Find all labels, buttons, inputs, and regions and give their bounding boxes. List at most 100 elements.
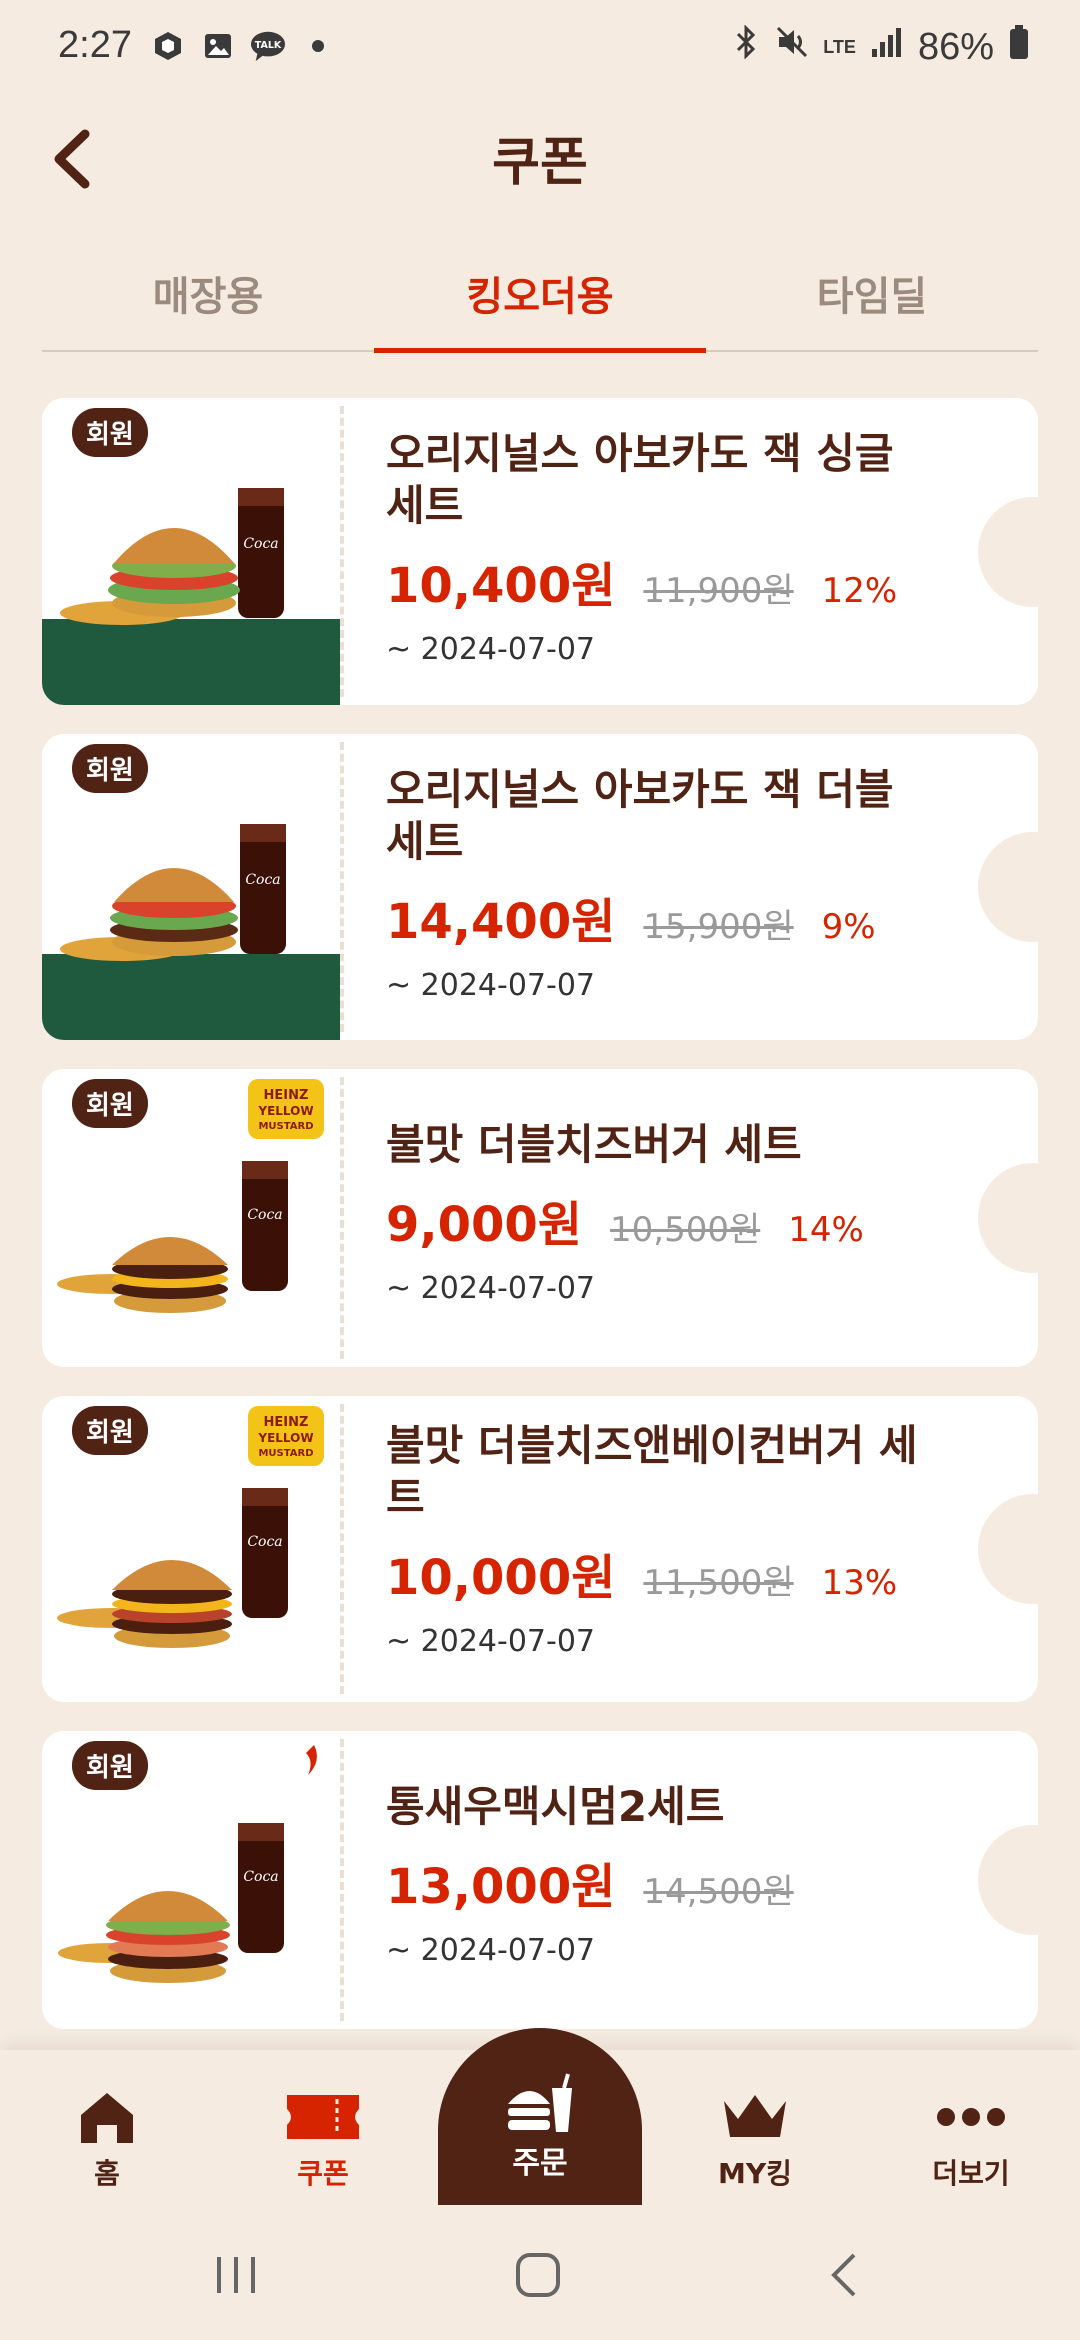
- coupon-divider: [340, 1404, 344, 1694]
- original-price: 11,500원: [643, 1563, 794, 1603]
- ticket-icon: [248, 2082, 398, 2152]
- coupon-info: 불맛 더블치즈앤베이컨버거 세 트 10,000원 11,500원 13% ~ …: [386, 1420, 958, 1659]
- discount-percent: 14%: [788, 1210, 864, 1250]
- home-system-button[interactable]: [508, 2250, 568, 2300]
- status-time: 2:27: [58, 24, 132, 66]
- member-badge: 회원: [72, 408, 148, 457]
- valid-until: ~ 2024-07-07: [386, 1271, 596, 1306]
- talk-icon: TALK: [250, 28, 286, 64]
- bluetooth-icon: [731, 24, 761, 69]
- coupon-name: 통새우맥시멈2세트: [386, 1781, 958, 1833]
- price-row: 13,000원 14,500원: [386, 1847, 958, 1917]
- page-title: 쿠폰: [492, 133, 588, 193]
- coupon-notch: [978, 832, 1038, 942]
- svg-text:Coca: Coca: [243, 536, 278, 552]
- coupon-info: 오리지널스 아보카도 잭 더블 세트 14,400원 15,900원 9% ~ …: [386, 764, 958, 1003]
- original-price: 14,500원: [643, 1872, 794, 1912]
- nav-my-king-label: MY킹: [718, 2157, 792, 2190]
- svg-text:Coca: Coca: [247, 1207, 282, 1223]
- svg-text:YELLOW: YELLOW: [257, 1104, 313, 1118]
- lte-indicator: LTE: [823, 37, 856, 57]
- coupon-name: 오리지널스 아보카도 잭 더블 세트: [386, 764, 958, 868]
- home-square-icon: [516, 2253, 560, 2297]
- coupon-card[interactable]: HEINZ YELLOW MUSTARD Coca 회원 불맛 더블치즈앤베이컨…: [42, 1396, 1038, 1702]
- coupon-card[interactable]: Coca 회원 오리지널스 아보카도 잭 싱글 세트 10,400원 11,90…: [42, 398, 1038, 705]
- coupon-name-line: 통새우맥시멈2세트: [386, 1782, 725, 1831]
- sale-price: 10,000원: [386, 1550, 616, 1606]
- back-system-button[interactable]: [814, 2250, 874, 2300]
- original-price: 15,900원: [643, 907, 794, 947]
- signal-icon: [870, 25, 904, 69]
- nav-more-label: 더보기: [932, 2157, 1010, 2190]
- coupon-name-line: 불맛 더블치즈버거 세트: [386, 1120, 802, 1169]
- coupon-notch: [978, 496, 1038, 607]
- svg-text:YELLOW: YELLOW: [257, 1431, 313, 1445]
- svg-text:Coca: Coca: [245, 872, 280, 888]
- more-notifications-dot-icon: [300, 28, 336, 64]
- battery-icon: [1008, 24, 1030, 70]
- crown-icon: [680, 2082, 830, 2152]
- battery-level: 86%: [917, 25, 994, 68]
- tab-bar: 매장용 킹오더용 타임딜: [42, 240, 1038, 353]
- original-price: 11,900원: [643, 571, 794, 611]
- coupon-divider: [340, 406, 344, 697]
- spicy-chili-icon: [306, 1745, 317, 1775]
- svg-text:Coca: Coca: [243, 1869, 278, 1885]
- coupon-list: Coca 회원 오리지널스 아보카도 잭 싱글 세트 10,400원 11,90…: [42, 398, 1038, 2058]
- member-badge: 회원: [72, 1406, 148, 1455]
- burger-drink-icon: [438, 2068, 642, 2138]
- svg-text:Coca: Coca: [247, 1534, 282, 1550]
- coupon-divider: [340, 742, 344, 1032]
- coupon-card[interactable]: Coca 회원 통새우맥시멈2세트 13,000원 14,500원 ~ 2024…: [42, 1731, 1038, 2029]
- valid-until: ~ 2024-07-07: [386, 1624, 596, 1659]
- svg-text:MUSTARD: MUSTARD: [258, 1121, 313, 1132]
- discount-percent: 9%: [821, 907, 876, 947]
- sale-price: 10,400원: [386, 558, 616, 614]
- price-row: 9,000원 10,500원 14%: [386, 1185, 958, 1255]
- svg-text:HEINZ: HEINZ: [264, 1088, 309, 1103]
- coupon-card[interactable]: Coca 회원 오리지널스 아보카도 잭 더블 세트 14,400원 15,90…: [42, 734, 1038, 1040]
- member-badge: 회원: [72, 1079, 148, 1128]
- coupon-info: 오리지널스 아보카도 잭 싱글 세트 10,400원 11,900원 12% ~…: [386, 428, 958, 667]
- price-row: 10,000원 11,500원 13%: [386, 1538, 958, 1608]
- price-row: 14,400원 15,900원 9%: [386, 882, 958, 952]
- recent-apps-button[interactable]: [206, 2250, 266, 2300]
- nav-more[interactable]: 더보기: [896, 2082, 1046, 2192]
- coupon-notch: [978, 1494, 1038, 1604]
- price-row: 10,400원 11,900원 12%: [386, 546, 958, 616]
- coupon-name-line: 오리지널스 아보카도 잭 더블: [386, 765, 894, 814]
- nav-coupon[interactable]: 쿠폰: [248, 2082, 398, 2192]
- original-price: 10,500원: [610, 1210, 761, 1250]
- more-dots-icon: [896, 2082, 1046, 2152]
- home-icon: [32, 2082, 182, 2152]
- nav-home[interactable]: 홈: [32, 2082, 182, 2192]
- coupon-divider: [340, 1077, 344, 1359]
- tab-king-order[interactable]: 킹오더용: [374, 240, 706, 353]
- nav-coupon-label: 쿠폰: [297, 2157, 349, 2190]
- svg-text:HEINZ: HEINZ: [264, 1415, 309, 1430]
- tab-time-deal[interactable]: 타임딜: [706, 240, 1038, 350]
- discount-percent: 12%: [821, 571, 898, 611]
- tab-store[interactable]: 매장용: [42, 240, 374, 350]
- discount-percent: 13%: [821, 1563, 898, 1603]
- system-navigation-bar: [0, 2205, 1080, 2340]
- coupon-info: 통새우맥시멈2세트 13,000원 14,500원 ~ 2024-07-07: [386, 1781, 958, 1968]
- coupon-name: 불맛 더블치즈버거 세트: [386, 1119, 958, 1171]
- coupon-card[interactable]: HEINZ YELLOW MUSTARD Coca 회원 불맛 더블치즈버거 세…: [42, 1069, 1038, 1367]
- valid-until: ~ 2024-07-07: [386, 968, 596, 1003]
- coupon-name-line: 트: [386, 1473, 425, 1522]
- svg-text:TALK: TALK: [255, 40, 282, 51]
- valid-until: ~ 2024-07-07: [386, 632, 596, 667]
- coupon-divider: [340, 1739, 344, 2021]
- member-badge: 회원: [72, 744, 148, 793]
- nav-order-label: 주문: [512, 2146, 568, 2181]
- nav-my-king[interactable]: MY킹: [680, 2082, 830, 2192]
- coupon-name-line: 세트: [386, 817, 464, 866]
- coupon-name-line: 세트: [386, 481, 464, 530]
- coupon-name-line: 오리지널스 아보카도 잭 싱글: [386, 429, 894, 478]
- coupon-name: 오리지널스 아보카도 잭 싱글 세트: [386, 428, 958, 532]
- coupon-info: 불맛 더블치즈버거 세트 9,000원 10,500원 14% ~ 2024-0…: [386, 1119, 958, 1306]
- recent-apps-icon: [217, 2257, 255, 2293]
- mute-icon: [775, 25, 809, 69]
- notification-app-icon: [150, 28, 186, 64]
